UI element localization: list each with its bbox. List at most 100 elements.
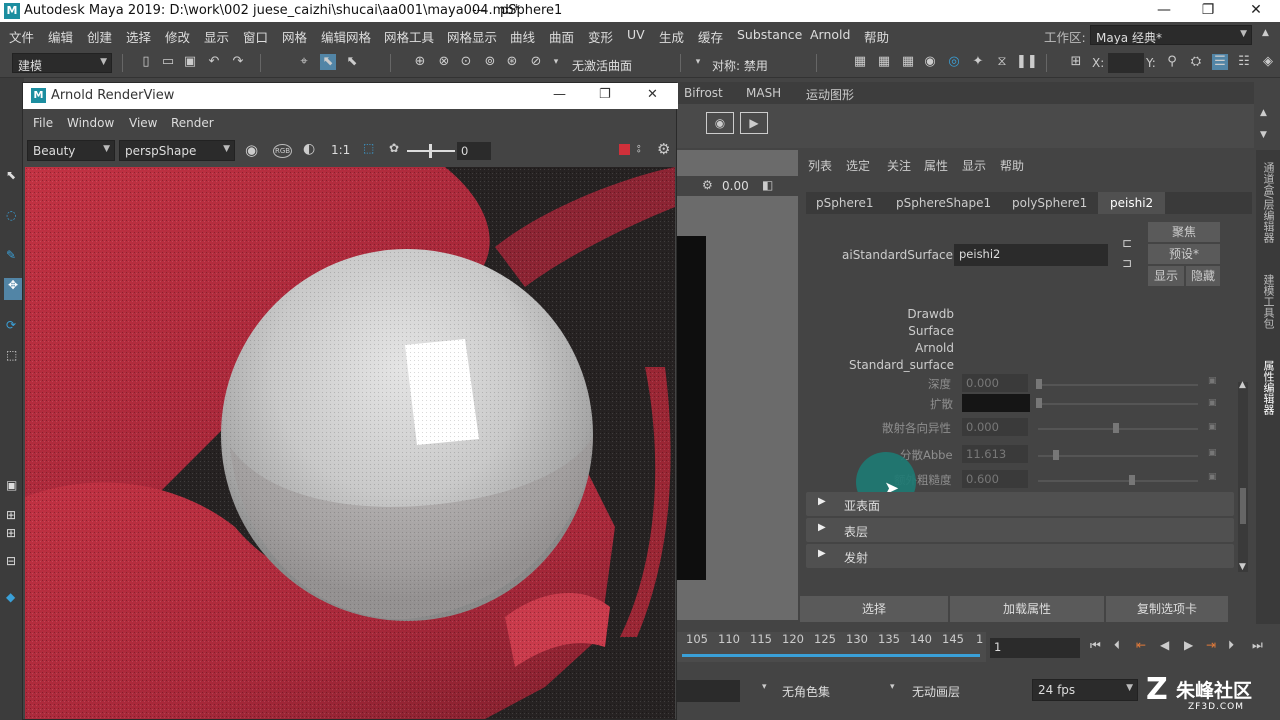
arnold-close-button[interactable]: ✕	[647, 87, 658, 102]
ae-menu-list[interactable]: 列表	[808, 157, 832, 174]
render-settings-icon[interactable]: ▦	[900, 54, 916, 70]
arnold-ipr-icon[interactable]: ⧖	[994, 54, 1010, 70]
copy-tab-button[interactable]: 复制选项卡	[1106, 596, 1228, 622]
snap-view-icon[interactable]: ⊛	[504, 54, 520, 70]
menu-deform[interactable]: 变形	[588, 27, 613, 46]
viewport-panel[interactable]: ⚙ 0.00 ◧	[676, 150, 798, 620]
scroll-thumb[interactable]	[1240, 488, 1246, 524]
open-scene-icon[interactable]: ▭	[160, 54, 176, 70]
ratio-button[interactable]: 1:1	[331, 143, 350, 157]
menu-modify[interactable]: 修改	[165, 27, 190, 46]
ae-scrollbar[interactable]: ▲ ▼	[1238, 380, 1248, 572]
side-tab-channel-box[interactable]: 通道盒/层编辑器	[1260, 162, 1276, 243]
transform-mode-icon[interactable]: ⊞	[1068, 54, 1084, 70]
color-swatch[interactable]	[962, 394, 1030, 412]
menu-generate[interactable]: 生成	[659, 27, 684, 46]
exposure-field[interactable]: 0	[457, 142, 491, 160]
rgb-channel-button[interactable]: RGB	[273, 144, 293, 158]
slider-knob[interactable]	[1113, 423, 1119, 433]
log-icon[interactable]: ⦂	[637, 141, 641, 156]
shelf-tab-mash[interactable]: MASH	[746, 86, 781, 100]
load-attributes-button[interactable]: 加载属性	[950, 596, 1104, 622]
section-subsurface[interactable]: ▶ 亚表面	[806, 492, 1234, 516]
step-forward-frame-icon[interactable]: ⇥	[1206, 638, 1216, 652]
scroll-down-icon[interactable]: ▼	[1260, 130, 1267, 140]
chevron-down-icon[interactable]: ▾	[548, 54, 564, 70]
fps-select[interactable]: 24 fps ▼	[1032, 679, 1138, 701]
menu-select[interactable]: 选择	[126, 27, 151, 46]
play-forward-icon[interactable]: ▶	[1184, 638, 1193, 652]
slider-knob[interactable]	[1036, 379, 1042, 389]
slider-knob[interactable]	[1053, 450, 1059, 460]
range-field[interactable]	[676, 680, 740, 702]
chevron-down-icon[interactable]: ▾	[690, 54, 706, 70]
minimize-button[interactable]: —	[1154, 2, 1174, 20]
attr-field-anisotropy[interactable]: 0.000	[962, 418, 1028, 436]
menu-substance[interactable]: Substance	[737, 27, 802, 42]
arnold-maximize-button[interactable]: ❐	[599, 87, 611, 102]
menu-windows[interactable]: 窗口	[243, 27, 268, 46]
tab-polysphere1[interactable]: polySphere1	[1012, 196, 1087, 210]
ae-menu-show[interactable]: 显示	[962, 157, 986, 174]
close-button[interactable]: ✕	[1246, 2, 1266, 20]
arnold-menu-render[interactable]: Render	[171, 116, 214, 130]
maya-toolkit-icon[interactable]: ◆	[6, 590, 15, 604]
scale-tool-icon[interactable]: ⬚	[6, 348, 17, 362]
snap-live-icon[interactable]: ⊘	[528, 54, 544, 70]
menu-file[interactable]: 文件	[9, 27, 34, 46]
select-by-object-icon[interactable]: ⬉	[320, 54, 336, 70]
show-button[interactable]: 显示	[1148, 266, 1184, 286]
output-connection-icon[interactable]: ⊐	[1122, 256, 1132, 270]
keyframe-icon[interactable]: ▣	[1208, 448, 1217, 458]
paint-select-icon[interactable]: ✎	[6, 248, 16, 262]
ae-menu-selected[interactable]: 选定	[846, 157, 870, 174]
arnold-menu-window[interactable]: Window	[67, 116, 114, 130]
aov-select[interactable]: Beauty ▼	[27, 140, 115, 161]
section-emission[interactable]: ▶ 发射	[806, 544, 1234, 568]
scroll-up-icon[interactable]: ▲	[1239, 380, 1246, 390]
tab-psphere1[interactable]: pSphere1	[816, 196, 874, 210]
render-toggle-icon[interactable]: ◉	[245, 141, 258, 159]
menu-cache[interactable]: 缓存	[698, 27, 723, 46]
chevron-down-icon[interactable]: ▾	[890, 682, 895, 692]
tab-psphereshape1[interactable]: pSphereShape1	[896, 196, 991, 210]
x-field[interactable]	[1108, 53, 1144, 73]
scroll-up-icon[interactable]: ▲	[1260, 108, 1267, 118]
attr-field-extra-roughness[interactable]: 0.600	[962, 470, 1028, 488]
menu-arnold[interactable]: Arnold	[810, 27, 850, 42]
pause-ipr-icon[interactable]: ❚❚	[1016, 54, 1038, 70]
live-surface-field[interactable]: 无激活曲面	[566, 53, 662, 73]
time-slider[interactable]: 105 110 115 120 125 130 135 140 145 1 1 …	[676, 624, 1280, 674]
slider-knob[interactable]	[1036, 398, 1042, 408]
menu-edit-mesh[interactable]: 编辑网格	[321, 27, 371, 46]
redo-icon[interactable]: ↷	[230, 54, 246, 70]
menu-edit[interactable]: 编辑	[48, 27, 73, 46]
channel-box-icon[interactable]: ⚲	[1164, 54, 1180, 70]
select-by-hierarchy-icon[interactable]: ⌖	[296, 54, 312, 70]
input-connection-icon[interactable]: ⊏	[1122, 236, 1132, 250]
layout-vertical-icon[interactable]: ⊟	[6, 554, 16, 568]
attr-field-abbe[interactable]: 11.613	[962, 445, 1028, 463]
attribute-editor-icon[interactable]: ☰	[1212, 54, 1228, 70]
hypershade-icon[interactable]: ◉	[922, 54, 938, 70]
rotate-tool-icon[interactable]: ⟳	[6, 318, 16, 332]
symmetry-select[interactable]: 对称: 禁用	[706, 53, 806, 73]
node-name-field[interactable]: peishi2	[954, 244, 1108, 266]
hide-button[interactable]: 隐藏	[1186, 266, 1220, 286]
keyframe-icon[interactable]: ▣	[1208, 422, 1217, 432]
ae-menu-attributes[interactable]: 属性	[924, 157, 948, 174]
menu-mesh-tools[interactable]: 网格工具	[384, 27, 434, 46]
ipr-render-icon[interactable]: ▦	[876, 54, 892, 70]
keyframe-icon[interactable]: ▣	[1208, 376, 1217, 386]
snap-curve-icon[interactable]: ⊗	[436, 54, 452, 70]
new-scene-icon[interactable]: ▯	[138, 54, 154, 70]
contrast-icon[interactable]: ◐	[303, 141, 315, 157]
select-button[interactable]: 选择	[800, 596, 948, 622]
step-back-key-icon[interactable]: ⏴	[1114, 638, 1120, 653]
character-set-label[interactable]: 无角色集	[782, 683, 830, 700]
layout-single-icon[interactable]: ▣	[6, 478, 17, 492]
maximize-button[interactable]: ❐	[1198, 2, 1218, 20]
go-to-end-icon[interactable]: ⏭	[1252, 638, 1263, 653]
save-scene-icon[interactable]: ▣	[182, 54, 198, 70]
anim-layer-label[interactable]: 无动画层	[912, 683, 960, 700]
